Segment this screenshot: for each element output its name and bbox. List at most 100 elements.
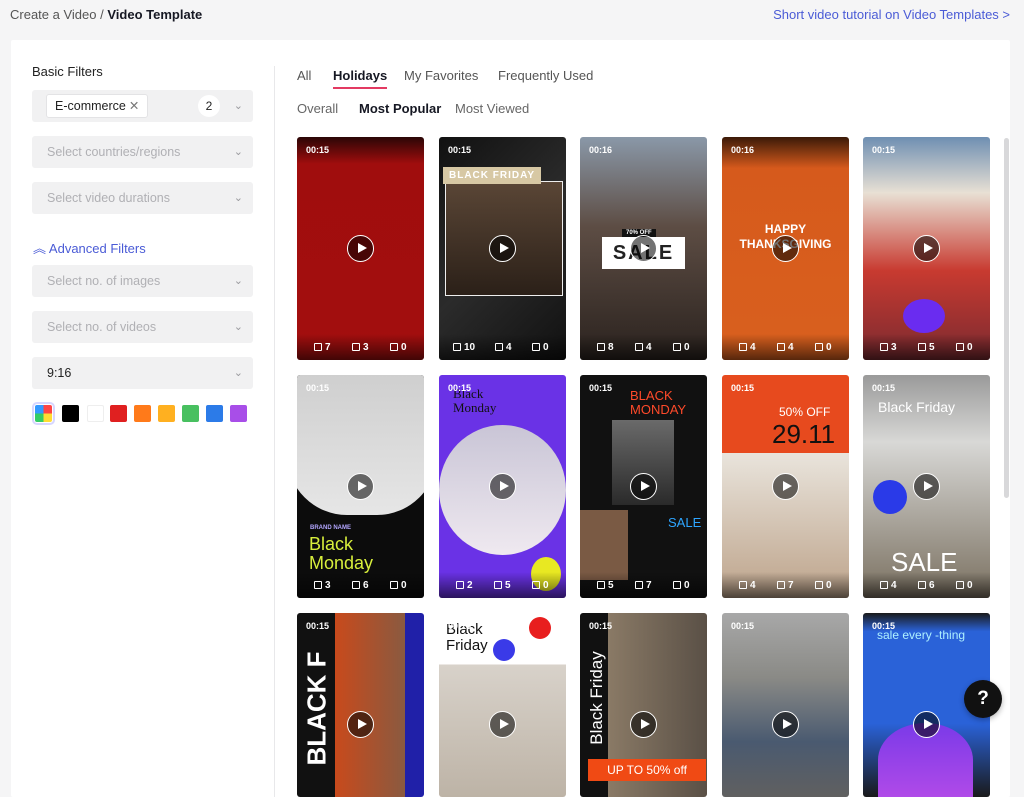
card-duration: 00:15 [306, 383, 330, 393]
template-card[interactable]: Black Friday 00:15 [439, 613, 566, 797]
play-icon[interactable] [630, 235, 657, 262]
videos-select[interactable]: Select no. of videos ⌄ [32, 311, 253, 343]
tab-frequently-used[interactable]: Frequently Used [498, 68, 593, 83]
template-card[interactable]: BLACK MONDAY SALE 00:15 5 7 0 [580, 375, 707, 598]
play-icon[interactable] [630, 711, 657, 738]
play-icon[interactable] [489, 235, 516, 262]
text-count: 4 [739, 580, 756, 591]
play-icon[interactable] [913, 235, 940, 262]
text-icon [456, 581, 464, 589]
card-sticker [903, 299, 945, 333]
play-icon[interactable] [489, 711, 516, 738]
color-swatch-blue[interactable] [206, 405, 223, 422]
card-duration: 00:15 [448, 621, 472, 631]
card-stats: 3 6 0 [297, 572, 424, 598]
tab-all[interactable]: All [297, 68, 311, 83]
video-count: 0 [956, 580, 973, 591]
advanced-filters-toggle[interactable]: ︽ Advanced Filters [33, 238, 146, 257]
play-icon[interactable] [347, 473, 374, 500]
durations-select[interactable]: Select video durations ⌄ [32, 182, 253, 214]
play-icon[interactable] [347, 711, 374, 738]
template-card[interactable]: HAPPY THANKSGIVING 00:16 4 4 0 [722, 137, 849, 360]
chevron-down-icon: ⌄ [233, 192, 243, 204]
images-select[interactable]: Select no. of images ⌄ [32, 265, 253, 297]
tab-holidays[interactable]: Holidays [333, 68, 388, 89]
card-sticker [529, 617, 551, 639]
image-icon [352, 343, 360, 351]
card-stats: 7 3 0 [297, 334, 424, 360]
tab-all-label: All [297, 68, 312, 83]
scrollbar[interactable] [1004, 138, 1009, 498]
video-icon [815, 343, 823, 351]
color-swatch-black[interactable] [62, 405, 79, 422]
play-icon[interactable] [630, 473, 657, 500]
chip-close-icon[interactable]: ✕ [129, 99, 139, 113]
text-icon [739, 581, 747, 589]
template-card[interactable]: 00:15 3 5 0 [863, 137, 990, 360]
template-card[interactable]: 00:15 7 3 0 [297, 137, 424, 360]
template-card[interactable]: Black Monday 00:15 2 5 0 [439, 375, 566, 598]
active-tab-underline [333, 87, 388, 89]
image-count: 3 [352, 342, 369, 353]
subtab-most-viewed[interactable]: Most Viewed [455, 101, 529, 116]
image-icon [352, 581, 360, 589]
play-icon[interactable] [489, 473, 516, 500]
category-chip: E-commerce ✕ [46, 94, 149, 118]
card-stats: 4 4 0 [722, 334, 849, 360]
color-swatch-green[interactable] [182, 405, 199, 422]
play-icon[interactable] [772, 235, 799, 262]
color-swatch-red[interactable] [110, 405, 127, 422]
help-button[interactable]: ? [964, 680, 1002, 718]
durations-placeholder: Select video durations [47, 191, 170, 205]
play-icon[interactable] [772, 711, 799, 738]
template-card[interactable]: Black Friday SALE 00:15 4 6 0 [863, 375, 990, 598]
card-duration: 00:15 [589, 383, 613, 393]
card-duration: 00:15 [448, 383, 472, 393]
image-icon [494, 581, 502, 589]
template-card[interactable]: Black Friday UP TO 50% off 00:15 [580, 613, 707, 797]
countries-select[interactable]: Select countries/regions ⌄ [32, 136, 253, 168]
play-icon[interactable] [772, 473, 799, 500]
category-select[interactable]: E-commerce ✕ 2 ⌄ [32, 90, 253, 122]
video-count: 0 [532, 342, 549, 353]
card-overlay-text: Black Friday [587, 651, 606, 745]
tab-my-favorites-label: My Favorites [404, 68, 479, 83]
text-count: 7 [314, 342, 331, 353]
tab-my-favorites[interactable]: My Favorites [404, 68, 478, 83]
template-card[interactable]: 50% OFF 29.11 00:15 4 7 0 [722, 375, 849, 598]
color-swatch-purple[interactable] [230, 405, 247, 422]
card-stats: 10 4 0 [439, 334, 566, 360]
video-count: 0 [532, 580, 549, 591]
card-subtext: UP TO 50% off [588, 759, 706, 781]
card-overlay-text: BLACK FRIDAY [443, 167, 542, 184]
breadcrumb-parent[interactable]: Create a Video [10, 7, 97, 22]
template-card[interactable]: BRAND NAME Black Monday 00:15 3 6 0 [297, 375, 424, 598]
play-icon[interactable] [913, 473, 940, 500]
template-card[interactable]: 00:15 [722, 613, 849, 797]
color-swatch-orange[interactable] [134, 405, 151, 422]
subtab-overall[interactable]: Overall [297, 101, 338, 116]
tutorial-link[interactable]: Short video tutorial on Video Templates … [773, 7, 1010, 22]
subtab-most-popular[interactable]: Most Popular [359, 101, 441, 116]
template-card[interactable]: BLACK FRIDAY 00:15 10 4 0 [439, 137, 566, 360]
video-icon [390, 343, 398, 351]
basic-filters-title: Basic Filters [32, 64, 103, 79]
video-icon [532, 581, 540, 589]
color-swatch-white[interactable] [87, 405, 104, 422]
video-count: 0 [390, 580, 407, 591]
template-card[interactable]: BLACK F 00:15 [297, 613, 424, 797]
color-swatch-multi[interactable] [32, 402, 55, 425]
card-duration: 00:16 [731, 145, 755, 155]
play-icon[interactable] [913, 711, 940, 738]
card-stats: 4 7 0 [722, 572, 849, 598]
chevron-down-icon: ⌄ [233, 321, 243, 333]
play-icon[interactable] [347, 235, 374, 262]
text-icon [314, 343, 322, 351]
card-overlay-text: Black Friday [878, 399, 956, 415]
text-count: 10 [453, 342, 475, 353]
color-swatch-yellow[interactable] [158, 405, 175, 422]
text-icon [597, 581, 605, 589]
ratio-select[interactable]: 9:16 ⌄ [32, 357, 253, 389]
card-stats: 5 7 0 [580, 572, 707, 598]
template-card[interactable]: 70% OFF SALE 00:16 8 4 0 [580, 137, 707, 360]
